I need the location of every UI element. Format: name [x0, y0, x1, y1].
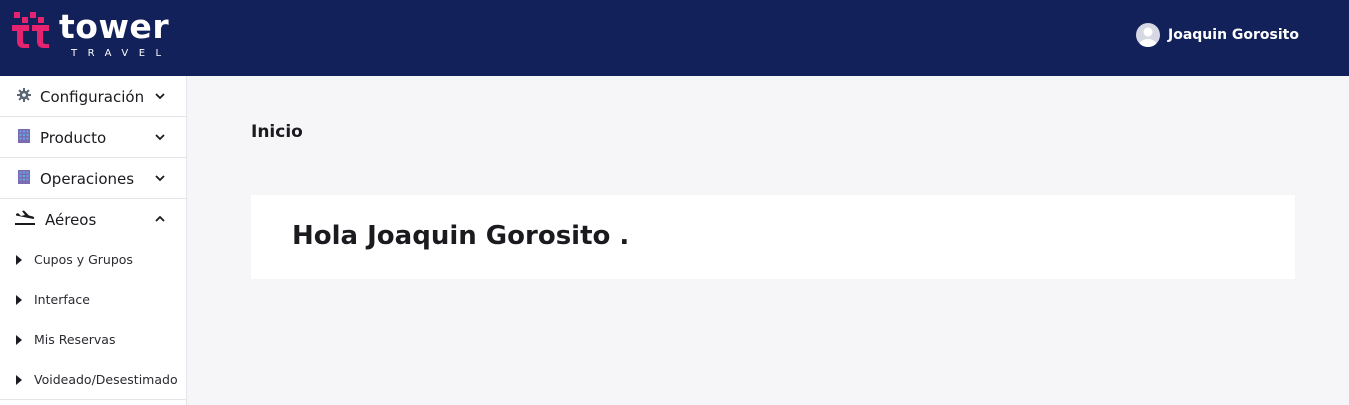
logo-wordmark: tower	[59, 7, 170, 46]
caret-right-icon	[16, 295, 22, 305]
top-navbar: tower TRAVEL Joaquin Gorosito	[0, 0, 1349, 76]
sidebar-item-aereos[interactable]: Aéreos	[0, 199, 186, 240]
sidebar-subitem-interface[interactable]: Interface	[0, 280, 186, 320]
sidebar-item-operaciones[interactable]: Operaciones	[0, 158, 186, 199]
caret-right-icon	[16, 255, 22, 265]
logo-mark-icon	[12, 12, 49, 48]
caret-right-icon	[16, 375, 22, 385]
sidebar-item-label: Aéreos	[45, 211, 97, 229]
page-title: Inicio	[251, 122, 303, 142]
user-avatar-icon[interactable]	[1136, 23, 1161, 47]
sidebar-subitem-mis-reservas[interactable]: Mis Reservas	[0, 320, 186, 360]
sidebar-item-label: Operaciones	[40, 170, 135, 188]
sidebar-subitem-label: Interface	[34, 292, 90, 307]
sidebar-subitem-cupos-y-grupos[interactable]: Cupos y Grupos	[0, 240, 186, 280]
sidebar: Configuración Producto Operaciones Aéreo…	[0, 76, 187, 405]
sidebar-subitem-voideado-desestimado[interactable]: Voideado/Desestimado	[0, 360, 186, 400]
sidebar-subitem-label: Voideado/Desestimado	[34, 372, 178, 387]
chevron-down-icon[interactable]	[154, 90, 166, 102]
sidebar-item-label: Producto	[40, 129, 107, 147]
chevron-down-icon[interactable]	[154, 172, 166, 184]
user-name[interactable]: Joaquin Gorosito	[1168, 27, 1299, 43]
sidebar-item-producto[interactable]: Producto	[0, 117, 186, 158]
tower-travel-logo[interactable]: tower TRAVEL	[12, 7, 182, 62]
logo-subtitle: TRAVEL	[71, 48, 172, 59]
building-icon	[16, 128, 32, 144]
sidebar-item-configuracion[interactable]: Configuración	[0, 76, 186, 117]
gear-icon	[16, 87, 32, 103]
greeting-text: Hola Joaquin Gorosito .	[292, 221, 630, 251]
sidebar-item-label: Configuración	[40, 88, 145, 106]
plane-landing-icon	[15, 210, 35, 226]
chevron-up-icon[interactable]	[154, 213, 166, 225]
building-icon	[16, 169, 32, 185]
chevron-down-icon[interactable]	[154, 131, 166, 143]
user-menu[interactable]: Joaquin Gorosito	[1136, 22, 1299, 48]
welcome-card: Hola Joaquin Gorosito .	[251, 195, 1295, 279]
sidebar-subitem-label: Mis Reservas	[34, 332, 116, 347]
caret-right-icon	[16, 335, 22, 345]
sidebar-subitem-label: Cupos y Grupos	[34, 252, 133, 267]
